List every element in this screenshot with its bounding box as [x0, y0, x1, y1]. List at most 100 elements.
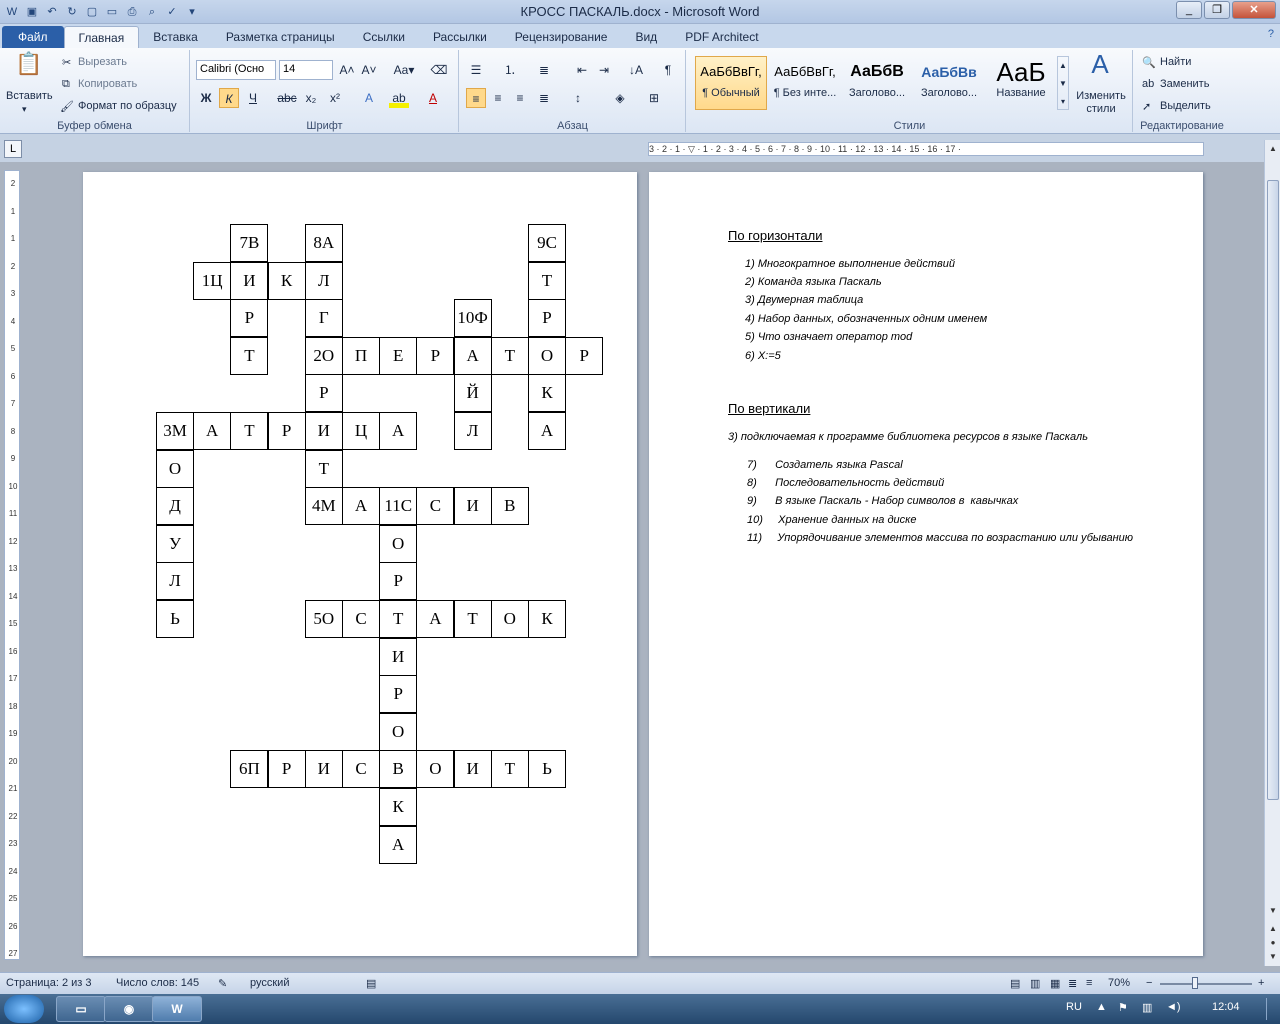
change-case-icon[interactable]: Aa▾ [391, 60, 417, 80]
vertical-scrollbar[interactable]: ▲ ▼ ▲ ● ▼ [1264, 140, 1280, 966]
styles-scroll-icon[interactable]: ▲ ▼ ▾ [1057, 56, 1069, 110]
superscript-icon[interactable]: x² [325, 88, 345, 108]
format-painter-button[interactable]: Формат по образцу [78, 100, 177, 112]
horizontal-ruler[interactable]: 3 · 2 · 1 · ▽ · 1 · 2 · 3 · 4 · 5 · 6 · … [648, 142, 1204, 156]
line-spacing-icon[interactable]: ↕ [568, 88, 588, 108]
view-draft-icon[interactable]: ≡ [1086, 977, 1092, 989]
keyboard-language[interactable]: RU [1066, 1001, 1082, 1013]
style-heading-2[interactable]: АаБбВв Заголово... [913, 56, 985, 110]
style-title[interactable]: АаБ Название [985, 56, 1057, 110]
replace-icon[interactable]: ab [1142, 78, 1154, 90]
copy-icon[interactable]: ⧉ [62, 78, 70, 91]
find-icon[interactable]: 🔍 [1142, 56, 1156, 69]
tab-home[interactable]: Главная [63, 26, 140, 48]
proofing-icon[interactable]: ✎ [218, 977, 227, 990]
tab-insert[interactable]: Вставка [139, 26, 212, 48]
prev-page-icon[interactable]: ▲ [1267, 924, 1279, 938]
cut-icon[interactable]: ✂ [62, 56, 71, 69]
tab-mailings[interactable]: Рассылки [419, 26, 501, 48]
zoom-level[interactable]: 70% [1108, 977, 1130, 989]
macro-icon[interactable]: ▤ [366, 977, 376, 990]
view-print-layout-icon[interactable]: ▤ [1010, 977, 1020, 990]
page-count[interactable]: Страница: 2 из 3 [6, 977, 92, 989]
tab-pdf-architect[interactable]: PDF Architect [671, 26, 772, 48]
scroll-down-icon[interactable]: ▼ [1267, 906, 1279, 920]
underline-icon[interactable]: Ч [243, 88, 263, 108]
zoom-in-icon[interactable]: + [1258, 977, 1264, 989]
change-styles-icon[interactable]: A [1085, 51, 1115, 86]
sort-icon[interactable]: ↓A [626, 60, 646, 80]
volume-icon[interactable]: ◄) [1166, 1001, 1181, 1013]
highlight-icon[interactable]: ab [389, 88, 409, 108]
replace-button[interactable]: Заменить [1160, 78, 1209, 90]
cut-button[interactable]: Вырезать [78, 56, 127, 68]
scroll-thumb[interactable] [1267, 180, 1279, 800]
scroll-up-icon[interactable]: ▲ [1267, 144, 1279, 158]
tab-review[interactable]: Рецензирование [501, 26, 622, 48]
start-button[interactable] [4, 995, 44, 1023]
numbering-icon[interactable]: ⒈ [500, 60, 520, 80]
bullets-icon[interactable]: ☰ [466, 60, 486, 80]
paste-icon[interactable]: 📋 [14, 53, 44, 86]
paste-button[interactable]: Вставить [6, 90, 53, 102]
bold-icon[interactable]: Ж [196, 88, 216, 108]
increase-indent-icon[interactable]: ⇥ [594, 60, 614, 80]
find-button[interactable]: Найти [1160, 56, 1191, 68]
zoom-slider-thumb[interactable] [1192, 977, 1198, 989]
view-outline-icon[interactable]: ≣ [1068, 977, 1077, 990]
action-center-icon[interactable]: ⚑ [1118, 1001, 1128, 1014]
view-full-screen-icon[interactable]: ▥ [1030, 977, 1040, 990]
borders-icon[interactable]: ⊞ [644, 88, 664, 108]
subscript-icon[interactable]: x₂ [301, 88, 321, 108]
grow-font-icon[interactable]: A˄ [337, 60, 357, 80]
justify-icon[interactable]: ≣ [534, 88, 554, 108]
decrease-indent-icon[interactable]: ⇤ [572, 60, 592, 80]
tray-arrow-icon[interactable]: ▲ [1096, 1001, 1107, 1013]
clock[interactable]: 12:04 [1212, 1001, 1240, 1013]
align-right-icon[interactable]: ≡ [510, 88, 530, 108]
close-button[interactable]: ✕ [1232, 1, 1276, 19]
select-icon[interactable]: ➚ [1142, 100, 1151, 113]
zoom-slider[interactable] [1160, 983, 1252, 985]
copy-button[interactable]: Копировать [78, 78, 137, 90]
page-clues[interactable]: По горизонтали 1) Многократное выполнени… [649, 172, 1203, 956]
font-size-select[interactable]: 14 [279, 60, 333, 80]
clear-formatting-icon[interactable]: ⌫ [429, 60, 449, 80]
next-page-icon[interactable]: ▼ [1267, 952, 1279, 966]
tab-selector-icon[interactable]: L [4, 140, 22, 158]
multilevel-list-icon[interactable]: ≣ [534, 60, 554, 80]
shading-icon[interactable]: ◈ [610, 88, 630, 108]
tab-page-layout[interactable]: Разметка страницы [212, 26, 349, 48]
font-color-icon[interactable]: A [423, 88, 443, 108]
strikethrough-icon[interactable]: abc [277, 88, 297, 108]
text-effects-icon[interactable]: A [359, 88, 379, 108]
page-crossword[interactable]: 7В 8А 9С 1Ц И К Л Т Р Г 10Ф Р Т 2О П Е Р А Т О Р Р Й К 3М А Т Р И Ц А Л… [83, 172, 637, 956]
italic-icon[interactable]: К [219, 88, 239, 108]
tab-file[interactable]: Файл [2, 26, 64, 48]
style-normal[interactable]: АаБбВвГг, ¶ Обычный [695, 56, 767, 110]
show-marks-icon[interactable]: ¶ [658, 60, 678, 80]
view-web-icon[interactable]: ▦ [1050, 977, 1060, 990]
change-styles-button[interactable]: Изменить стили [1073, 90, 1129, 116]
align-center-icon[interactable]: ≡ [488, 88, 508, 108]
select-button[interactable]: Выделить [1160, 100, 1211, 112]
vertical-ruler[interactable]: 2 1 1 2 3 4 5 6 7 8 9 10 11 12 13 14 15 16 17 18 19 20 21 22 23 2… [4, 170, 20, 960]
chrome-taskbar-icon[interactable]: ◉ [104, 996, 154, 1022]
word-count[interactable]: Число слов: 145 [116, 977, 199, 989]
show-desktop-button[interactable] [1266, 998, 1278, 1020]
format-painter-icon[interactable]: 🖌 [60, 100, 74, 113]
help-icon[interactable]: ? [1268, 28, 1274, 40]
tab-view[interactable]: Вид [621, 26, 671, 48]
browse-object-icon[interactable]: ● [1267, 938, 1279, 952]
maximize-button[interactable]: ❐ [1204, 1, 1230, 19]
network-icon[interactable]: ▥ [1142, 1001, 1152, 1014]
minimize-button[interactable]: _ [1176, 1, 1202, 19]
language-status[interactable]: русский [250, 977, 289, 989]
word-taskbar-icon[interactable]: W [152, 996, 202, 1022]
tab-references[interactable]: Ссылки [349, 26, 419, 48]
align-left-icon[interactable]: ≡ [466, 88, 486, 108]
explorer-taskbar-icon[interactable]: ▭ [56, 996, 106, 1022]
style-no-spacing[interactable]: АаБбВвГг, ¶ Без инте... [769, 56, 841, 110]
font-name-select[interactable]: Calibri (Осно [196, 60, 276, 80]
zoom-out-icon[interactable]: − [1146, 977, 1152, 989]
